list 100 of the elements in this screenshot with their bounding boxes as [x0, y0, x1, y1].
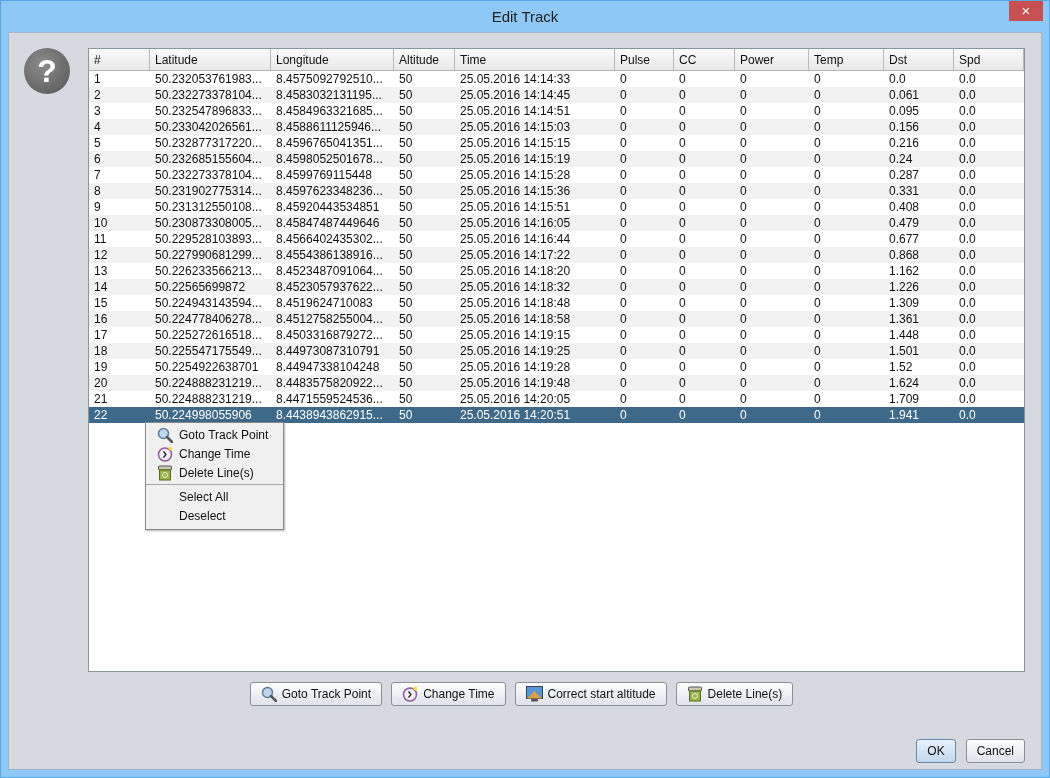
menu-item[interactable]: Deselect [146, 506, 283, 525]
table-cell-text: 0 [739, 183, 748, 199]
column-header[interactable]: Altitude [394, 49, 455, 70]
table-cell-text: 0.0 [958, 295, 977, 311]
column-header[interactable]: Power [735, 49, 809, 70]
column-header[interactable]: # [89, 49, 150, 70]
table-cell-text: 50.225272616518... [154, 327, 263, 343]
table-row[interactable]: 22 50.224998055906 8.4438943862915... 50 25.05.2016 14:20:51 0 0 0 0 1.941 0.0 [89, 407, 1024, 423]
menu-item[interactable]: Change Time [146, 444, 283, 463]
table-cell-text: 5 [93, 135, 102, 151]
table-cell-text: 0 [739, 87, 748, 103]
table-cell-text: 8.4471559524536... [275, 391, 384, 407]
column-header[interactable]: Spd [954, 49, 1024, 70]
column-header[interactable]: Latitude [150, 49, 271, 70]
table-cell-text: 0.0 [958, 327, 977, 343]
table-cell-text: 0 [678, 343, 687, 359]
close-button[interactable]: × [1009, 1, 1043, 21]
table-cell-text: 21 [93, 391, 109, 407]
table-cell-text: 0 [813, 183, 822, 199]
change-time-button[interactable]: Change Time [391, 682, 506, 706]
table-row[interactable]: 20 50.224888231219... 8.4483575820922... 50 25.05.2016 14:19:48 0 0 0 0 1.624 0.0 [89, 375, 1024, 391]
table-cell-text: 25.05.2016 14:19:48 [459, 375, 572, 391]
table-cell-text: 0.0 [958, 103, 977, 119]
table-cell-text: 22 [93, 407, 109, 423]
landscape-icon [525, 686, 543, 702]
table-cell-text: 50.225547175549... [154, 343, 263, 359]
column-header[interactable]: Temp [809, 49, 884, 70]
table-cell-text: 0.677 [888, 231, 921, 247]
table-cell-text: 8.4554386138916... [275, 247, 384, 263]
table-cell-text: 50 [398, 231, 414, 247]
column-header[interactable]: Dst [884, 49, 954, 70]
table-cell-text: 50 [398, 391, 414, 407]
table-row[interactable]: 16 50.224778406278... 8.4512758255004... 50 25.05.2016 14:18:58 0 0 0 0 1.361 0.0 [89, 311, 1024, 327]
table-cell-text: 0 [619, 87, 628, 103]
table-cell-text: 0 [813, 71, 822, 87]
table-cell-text: 8.4575092792510... [275, 71, 384, 87]
table-row[interactable]: 12 50.227990681299... 8.4554386138916... 50 25.05.2016 14:17:22 0 0 0 0 0.868 0.0 [89, 247, 1024, 263]
table-cell-text: 0 [619, 119, 628, 135]
table-cell-text: 25.05.2016 14:19:28 [459, 359, 572, 375]
table-row[interactable]: 18 50.225547175549... 8.44973087310791 50 25.05.2016 14:19:25 0 0 0 0 1.501 0.0 [89, 343, 1024, 359]
table-cell-text: 0 [739, 311, 748, 327]
table-row[interactable]: 14 50.22565699872 8.4523057937622... 50 25.05.2016 14:18:32 0 0 0 0 1.226 0.0 [89, 279, 1024, 295]
goto-button[interactable]: Goto Track Point [249, 682, 383, 706]
table-cell-text: 50.232877317220... [154, 135, 263, 151]
column-header[interactable]: Pulse [615, 49, 674, 70]
column-header[interactable]: Longitude [271, 49, 394, 70]
table-cell-text: 25.05.2016 14:14:51 [459, 103, 572, 119]
delete-button[interactable]: Delete Line(s) [675, 682, 794, 706]
menu-item[interactable]: Select All [146, 487, 283, 506]
table-cell-text: 25.05.2016 14:20:51 [459, 407, 572, 423]
table-cell-text: 8.4596765041351... [275, 135, 384, 151]
table-cell-text: 1 [93, 71, 102, 87]
table-cell-text: 16 [93, 311, 109, 327]
table-cell-text: 0 [678, 327, 687, 343]
table-cell-text: 50 [398, 279, 414, 295]
table-cell-text: 0 [619, 407, 628, 423]
correct-altitude-button[interactable]: Correct start altitude [514, 682, 667, 706]
table-cell-text: 0 [678, 167, 687, 183]
table-cell-text: 0.156 [888, 119, 921, 135]
table-cell-text: 25.05.2016 14:18:32 [459, 279, 572, 295]
table-cell-text: 50.224888231219... [154, 375, 263, 391]
table-cell-text: 8.4597623348236... [275, 183, 384, 199]
table-row[interactable]: 8 50.231902775314... 8.4597623348236... 50 25.05.2016 14:15:36 0 0 0 0 0.331 0.0 [89, 183, 1024, 199]
table-cell-text: 50.22565699872 [154, 279, 247, 295]
table-row[interactable]: 4 50.233042026561... 8.4588611125946... 50 25.05.2016 14:15:03 0 0 0 0 0.156 0.0 [89, 119, 1024, 135]
table-cell-text: 50 [398, 151, 414, 167]
table-cell-text: 0 [619, 375, 628, 391]
table-cell-text: 8.45920443534851 [275, 199, 381, 215]
table-cell-text: 0 [739, 167, 748, 183]
table-cell-text: 0.0 [958, 135, 977, 151]
table-cell-text: 25.05.2016 14:15:19 [459, 151, 572, 167]
table-cell-text: 0 [739, 279, 748, 295]
ok-button[interactable]: OK [916, 739, 956, 763]
magnifier-icon [157, 426, 173, 443]
table-cell-text: 50.231312550108... [154, 199, 263, 215]
table-cell-text: 18 [93, 343, 109, 359]
column-header[interactable]: CC [674, 49, 735, 70]
cancel-button[interactable]: Cancel [965, 739, 1025, 763]
table-cell-text: 0.0 [888, 71, 907, 87]
table-cell-text: 8.4519624710083 [275, 295, 374, 311]
table-cell-text: 0 [619, 391, 628, 407]
table-cell-text: 8.45847487449646 [275, 215, 381, 231]
menu-item[interactable]: Goto Track Point [146, 425, 283, 444]
table-cell-text: 0 [739, 375, 748, 391]
table-row[interactable]: 2 50.232273378104... 8.4583032131195... 50 25.05.2016 14:14:45 0 0 0 0 0.061 0.0 [89, 87, 1024, 103]
column-header[interactable]: Time [455, 49, 615, 70]
menu-item[interactable]: Delete Line(s) [146, 463, 283, 482]
table-cell-text: 0 [619, 343, 628, 359]
table-cell-text: 0.0 [958, 407, 977, 423]
table-cell-text: 13 [93, 263, 109, 279]
table-cell-text: 0 [813, 247, 822, 263]
table-cell-text: 0 [678, 295, 687, 311]
table-cell-text: 0 [739, 327, 748, 343]
table-cell-text: 25.05.2016 14:18:58 [459, 311, 572, 327]
table-row[interactable]: 10 50.230873308005... 8.45847487449646 50 25.05.2016 14:16:05 0 0 0 0 0.479 0.0 [89, 215, 1024, 231]
table-row[interactable]: 6 50.232685155604... 8.4598052501678... 50 25.05.2016 14:15:19 0 0 0 0 0.24 0.0 [89, 151, 1024, 167]
table-cell-text: 0 [813, 391, 822, 407]
table-cell-text: 0 [678, 135, 687, 151]
table-cell-text: 0.0 [958, 247, 977, 263]
table-cell-text: 0 [739, 151, 748, 167]
